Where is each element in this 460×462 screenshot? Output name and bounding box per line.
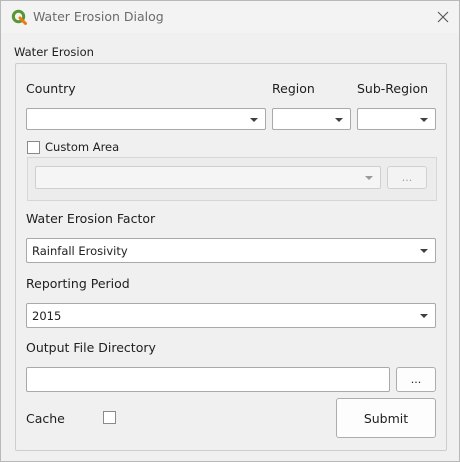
region-label: Region (272, 81, 315, 96)
output-dir-label: Output File Directory (26, 340, 156, 355)
water-erosion-dialog: Water Erosion Dialog Water Erosion Count… (0, 0, 460, 462)
erosion-factor-value: Rainfall Erosivity (32, 244, 128, 258)
chevron-down-icon (420, 118, 428, 122)
custom-area-checkbox[interactable] (27, 141, 40, 154)
region-combo[interactable] (272, 108, 351, 130)
custom-area-layer-combo[interactable] (35, 166, 381, 189)
country-combo[interactable] (26, 108, 266, 130)
output-dir-browse-button[interactable]: ... (396, 367, 436, 392)
custom-area-browse-button[interactable]: ... (387, 166, 427, 189)
chevron-down-icon (420, 249, 428, 253)
close-button[interactable] (433, 7, 453, 27)
title-bar: Water Erosion Dialog (1, 1, 459, 33)
submit-button[interactable]: Submit (336, 398, 436, 438)
chevron-down-icon (365, 176, 373, 180)
sub-region-combo[interactable] (357, 108, 436, 130)
erosion-factor-combo[interactable]: Rainfall Erosivity (26, 238, 436, 263)
qgis-logo-icon (11, 9, 27, 25)
output-dir-input[interactable] (26, 367, 390, 392)
close-icon (437, 11, 449, 23)
erosion-factor-label: Water Erosion Factor (26, 211, 156, 226)
reporting-period-value: 2015 (32, 309, 62, 323)
chevron-down-icon (420, 314, 428, 318)
sub-region-label: Sub-Region (357, 81, 429, 96)
chevron-down-icon (250, 118, 258, 122)
custom-area-label: Custom Area (45, 140, 120, 154)
cache-checkbox[interactable] (103, 411, 116, 424)
window-title: Water Erosion Dialog (33, 9, 164, 24)
reporting-period-combo[interactable]: 2015 (26, 303, 436, 328)
cache-label: Cache (26, 411, 65, 426)
chevron-down-icon (335, 118, 343, 122)
reporting-period-label: Reporting Period (26, 276, 130, 291)
country-label: Country (26, 81, 76, 96)
group-title: Water Erosion (14, 45, 94, 59)
